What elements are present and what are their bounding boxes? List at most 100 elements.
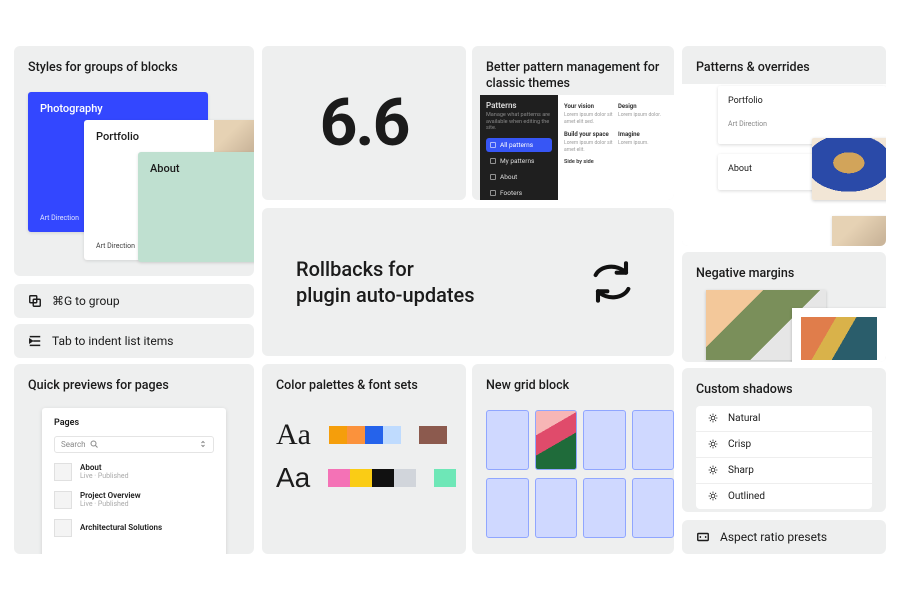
sort-icon[interactable]	[199, 440, 207, 448]
refresh-icon	[584, 254, 640, 310]
tile-grid-block: New grid block	[472, 364, 674, 554]
sidebar-title: Patterns	[486, 101, 552, 110]
tile-title: Quick previews for pages	[14, 364, 254, 402]
pattern-app-preview: Patterns Manage what patterns are availa…	[480, 95, 674, 200]
tile-title: Color palettes & font sets	[262, 364, 466, 402]
page-name: About	[80, 463, 129, 472]
tile-quick-previews: Quick previews for pages Pages Search Ab…	[14, 364, 254, 554]
shadow-label: Crisp	[728, 439, 751, 450]
tile-title: Patterns & overrides	[682, 46, 886, 84]
shadow-option-sharp[interactable]: Sharp	[696, 458, 872, 484]
sun-icon	[708, 413, 718, 423]
grid-cell[interactable]	[632, 478, 675, 538]
tile-title: Custom shadows	[682, 368, 886, 406]
override-card-portfolio: Portfolio Art Direction	[718, 86, 886, 144]
page-row[interactable]: Project Overview Live · Published	[54, 491, 214, 509]
swatch	[434, 469, 456, 487]
sidebar-desc: Manage what patterns are available when …	[486, 112, 552, 132]
doc-heading: Build your space	[564, 131, 614, 138]
shadow-option-natural[interactable]: Natural	[696, 406, 872, 432]
page-thumbnail	[54, 463, 72, 481]
tile-patterns-overrides: Patterns & overrides Portfolio Art Direc…	[682, 46, 886, 246]
swatch	[383, 426, 401, 444]
sun-icon	[708, 491, 718, 501]
card-title: Portfolio	[728, 96, 876, 106]
pages-panel: Pages Search About Live · Published Proj…	[42, 408, 226, 554]
grid-cell-image[interactable]	[535, 410, 578, 470]
search-icon	[90, 440, 98, 448]
tile-title: Negative margins	[682, 252, 886, 290]
grid-cell[interactable]	[486, 478, 529, 538]
doc-heading: Imagine	[618, 131, 668, 138]
swatch	[394, 469, 416, 487]
tile-version: 6.6	[262, 46, 466, 200]
tile-pattern-management: Better pattern management for classic th…	[472, 46, 674, 200]
sidebar-item-about[interactable]: About	[486, 170, 552, 184]
font-sample-serif: Aa	[276, 418, 311, 452]
hint-label: Tab to indent list items	[52, 334, 173, 348]
page-row[interactable]: Architectural Solutions	[54, 519, 214, 537]
card-subtitle: Art Direction	[728, 120, 876, 128]
swatch	[350, 469, 372, 487]
grid-cell[interactable]	[486, 410, 529, 470]
swatch	[365, 426, 383, 444]
pattern-sidebar: Patterns Manage what patterns are availa…	[480, 95, 558, 200]
hint-label: Aspect ratio presets	[720, 530, 827, 544]
grid-cell[interactable]	[535, 478, 578, 538]
sidebar-item-all-patterns[interactable]: All patterns	[486, 138, 552, 152]
card-subtitle: Art Direction	[96, 242, 135, 250]
sidebar-item-my-patterns[interactable]: My patterns	[486, 154, 552, 168]
neg-image-right	[792, 308, 886, 362]
shadow-label: Outlined	[728, 491, 765, 502]
palette-1	[329, 426, 401, 444]
pages-search-input[interactable]: Search	[54, 436, 214, 453]
page-thumbnail	[54, 519, 72, 537]
swatch	[347, 426, 365, 444]
tile-negative-margins: Negative margins	[682, 252, 886, 362]
page-meta: Live · Published	[80, 500, 141, 508]
style-card-about: About	[138, 152, 254, 262]
tile-color-fonts: Color palettes & font sets Aa Aa	[262, 364, 466, 554]
grid-row	[486, 478, 674, 538]
doc-heading: Design	[618, 103, 668, 110]
grid-cell[interactable]	[583, 410, 626, 470]
grid-row	[486, 410, 674, 470]
font-sample-sans: Aa	[276, 462, 310, 494]
doc-heading: Your vision	[564, 103, 614, 110]
tile-styles-groups: Styles for groups of blocks Photography …	[14, 46, 254, 276]
pattern-document: Your visionLorem ipsum dolor sit amet el…	[558, 95, 674, 200]
tile-title: New grid block	[472, 364, 674, 402]
grid-cell[interactable]	[583, 478, 626, 538]
page-name: Project Overview	[80, 491, 141, 500]
version-number: 6.6	[320, 85, 409, 162]
swatch	[419, 426, 447, 444]
page-row[interactable]: About Live · Published	[54, 463, 214, 481]
card-title: About	[138, 152, 254, 185]
palette-2b	[434, 469, 456, 487]
swatch	[329, 426, 347, 444]
sidebar-item-footers[interactable]: Footers	[486, 186, 552, 200]
override-image-strip	[832, 216, 886, 246]
shadow-label: Sharp	[728, 465, 754, 476]
page-meta: Live · Published	[80, 472, 129, 480]
tile-title: Better pattern management for classic th…	[472, 46, 674, 95]
sidebar-item-label: Footers	[500, 189, 522, 197]
swatch	[328, 469, 350, 487]
sun-icon	[708, 465, 718, 475]
sidebar-item-label: My patterns	[500, 157, 534, 165]
sidebar-item-label: About	[500, 173, 517, 181]
shadow-option-outlined[interactable]: Outlined	[696, 484, 872, 509]
page-name: Architectural Solutions	[80, 523, 162, 532]
hint-label: ⌘G to group	[52, 294, 120, 308]
grid-cell[interactable]	[632, 410, 675, 470]
indent-icon	[28, 334, 42, 348]
palette-1b	[419, 426, 447, 444]
shadow-option-crisp[interactable]: Crisp	[696, 432, 872, 458]
tile-rollbacks: Rollbacks forplugin auto-updates	[262, 208, 674, 356]
sidebar-item-label: All patterns	[500, 141, 533, 149]
doc-footer: Side by side	[564, 159, 668, 165]
search-placeholder: Search	[61, 440, 86, 449]
swatch	[372, 469, 394, 487]
tile-title: Styles for groups of blocks	[14, 46, 254, 84]
page-thumbnail	[54, 491, 72, 509]
